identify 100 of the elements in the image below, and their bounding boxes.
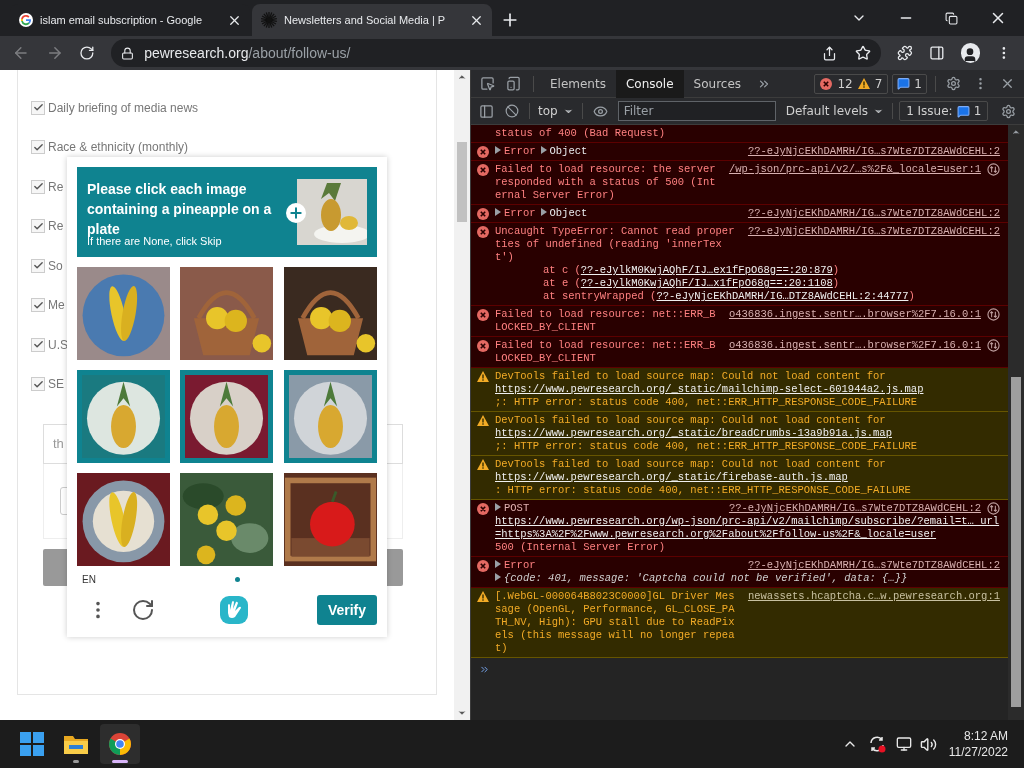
source-link[interactable]: ??-eJyNjcEKhDAMRH/IG…s7Wte7DTZ8AWdCEHL:2 — [747, 207, 1000, 220]
tab-title: islam email subscription - Google — [40, 12, 203, 28]
source-link[interactable]: o436836.ingest.sentr….browser%2F7.16.0:1 — [728, 308, 981, 321]
devtools-tab[interactable]: Elements — [540, 69, 616, 98]
checkbox[interactable] — [31, 298, 45, 313]
devtools-tab[interactable]: Sources — [683, 69, 752, 98]
issues-button[interactable]: 1 Issue: 1 — [899, 101, 989, 121]
lock-icon — [121, 46, 135, 60]
checkbox[interactable] — [31, 179, 45, 194]
info-count: 1 — [914, 75, 922, 93]
chrome-logo-icon — [108, 732, 132, 756]
error-icon — [820, 77, 833, 90]
message-link[interactable]: https://www.pewresearch.org/_static/breadCrumbs-13a9b91a.js.map — [495, 427, 1000, 440]
expand-arrow-icon[interactable] — [540, 146, 547, 154]
scroll-down-icon[interactable] — [457, 708, 467, 718]
checkbox[interactable] — [31, 377, 45, 392]
network-icon[interactable] — [987, 339, 1000, 352]
stack-trace-link[interactable]: ??-eJylkM0KwjAQhF/IJ…ex1fFpO68g==:20:879 — [580, 264, 833, 276]
expand-toggle[interactable]: POST — [495, 502, 530, 514]
profile-icon[interactable] — [960, 43, 981, 63]
checkbox[interactable] — [31, 258, 45, 273]
refresh-icon[interactable] — [131, 598, 155, 622]
expand-toggle[interactable]: Object — [540, 207, 588, 219]
context-selector[interactable]: top — [538, 102, 574, 120]
clock-time: 8:12 AM — [963, 728, 1008, 744]
source-link[interactable]: newassets.hcaptcha.c…w.pewresearch.org:1 — [747, 590, 1000, 603]
source-link[interactable]: ??-eJyNjcEKhDAMRH/IG…s7Wte7DTZ8AWdCEHL:2 — [747, 559, 1000, 572]
source-link[interactable]: ??-eJyNjcEKhDAMRH/IG…s7Wte7DTZ8AWdCEHL:2 — [747, 225, 1000, 238]
source-link[interactable]: o436836.ingest.sentr….browser%2F7.16.0:1 — [728, 339, 981, 352]
expand-arrow-icon[interactable] — [540, 208, 547, 216]
filter-field[interactable]: Filter — [617, 101, 776, 121]
info-counter[interactable]: 1 — [892, 73, 927, 94]
network-icon[interactable] — [987, 502, 1000, 515]
console-settings-icon[interactable] — [1001, 103, 1016, 119]
message-counts[interactable]: 12 7 — [814, 73, 889, 94]
expand-arrow-icon[interactable] — [495, 503, 501, 511]
console-scrollbar[interactable] — [1008, 125, 1024, 720]
source-link[interactable]: ??-eJyNjcEKhDAMRH/IG…s7Wte7DTZ8AWdCEHL:2 — [747, 145, 1000, 158]
expand-toggle[interactable]: Object — [540, 145, 588, 157]
browser-tab[interactable]: Newsletters and Social Media | P — [252, 4, 492, 36]
settings-icon[interactable] — [946, 76, 961, 91]
device-toolbar-icon[interactable] — [506, 76, 521, 91]
network-icon[interactable] — [987, 163, 1000, 176]
reload-icon[interactable] — [79, 45, 96, 61]
expand-arrow-icon[interactable] — [495, 146, 501, 154]
extensions-icon[interactable] — [897, 45, 913, 61]
scroll-thumb[interactable] — [1011, 377, 1021, 707]
issue-count: 1 — [973, 103, 982, 120]
source-link[interactable]: ??-eJyNjcEKhDAMRH/IG…s7Wte7DTZ8AWdCEHL:2 — [728, 502, 981, 515]
share-icon[interactable] — [822, 45, 838, 61]
scroll-up-icon[interactable] — [457, 72, 467, 82]
message-link[interactable]: https://www.pewresearch.org/wp-json/prc-api/v2/mailchimp/subscribe/?email=t… url=https%3A%2F%2Fwww.pewresearch.org%2Fabout%2Ffollow-us%2F&_locale=user — [495, 515, 1000, 541]
running-indicator — [112, 760, 128, 763]
checkbox[interactable] — [31, 219, 45, 234]
source-link[interactable]: /wp-json/prc-api/v2/…s%2F&_locale=user:1 — [728, 163, 981, 176]
taskbar-app[interactable] — [100, 724, 140, 764]
stack-trace-line: at sentryWrapped (??-eJyNjcEKhDAMRH/IG…DTZ8AWdCEHL:2:44777) — [543, 290, 915, 302]
clear-console-icon[interactable] — [505, 104, 519, 118]
warning-icon — [857, 78, 870, 89]
devtools-tab[interactable]: Console — [615, 69, 684, 98]
prompt-icon[interactable] — [479, 664, 490, 675]
language-label[interactable]: EN — [82, 571, 96, 587]
stack-trace-link[interactable]: ??-eJylkM0KwjAQhF/IJ…x1fFpO68g==:20:1108 — [580, 277, 833, 289]
checkbox-label: SE — [48, 376, 64, 394]
error-count: 12 — [837, 75, 853, 93]
sync-icon[interactable] — [867, 735, 886, 753]
expand-toggle[interactable]: Error — [495, 207, 536, 219]
eye-icon[interactable] — [592, 103, 608, 119]
expand-arrow-icon[interactable] — [495, 208, 501, 216]
plus-icon[interactable] — [286, 203, 306, 223]
message-link[interactable]: https://www.pewresearch.org/_static/firebase-auth.js.map — [495, 471, 1000, 484]
stack-trace-line: at e (??-eJylkM0KwjAQhF/IJ…x1fFpO68g==:20:1108) — [543, 277, 840, 289]
stack-trace-link[interactable]: ??-eJyNjcEKhDAMRH/IG…DTZ8AWdCEHL:2:44777 — [656, 290, 909, 302]
message-icon — [897, 77, 911, 90]
network-icon[interactable] — [987, 308, 1000, 321]
checkbox-label: Re — [48, 218, 64, 236]
back-icon[interactable] — [12, 44, 30, 62]
close-icon[interactable] — [1000, 76, 1015, 91]
network-icon[interactable] — [895, 736, 912, 752]
scroll-thumb[interactable] — [457, 142, 467, 222]
star-icon[interactable] — [855, 45, 872, 61]
expand-toggle[interactable]: Error — [495, 145, 536, 157]
checkbox[interactable] — [31, 140, 45, 155]
scroll-up-icon[interactable] — [1011, 127, 1021, 137]
clock[interactable]: 8:12 AM 11/27/2022 — [948, 728, 1008, 760]
page-scrollbar[interactable] — [454, 70, 470, 720]
expand-toggle[interactable]: Error — [495, 559, 536, 571]
address-bar[interactable]: pewresearch.org/about/follow-us/ — [111, 39, 882, 67]
checkbox[interactable] — [31, 100, 45, 115]
inspect-icon[interactable] — [480, 76, 495, 91]
verify-button[interactable]: Verify — [317, 595, 377, 625]
volume-icon[interactable] — [919, 735, 937, 753]
message-link[interactable]: https://www.pewresearch.org/_static/mailchimp-select-601944a2.js.map — [495, 383, 1000, 396]
windows-logo-icon — [20, 732, 44, 756]
levels-dropdown[interactable]: Default levels — [785, 102, 885, 120]
sidebar-icon[interactable] — [479, 103, 494, 119]
side-panel-icon[interactable] — [928, 45, 945, 61]
checkbox[interactable] — [31, 337, 45, 352]
object-preview[interactable]: {code: 401, message: 'Captcha could not be verified', data: {…}} — [495, 572, 908, 584]
restore-icon[interactable] — [945, 11, 958, 25]
